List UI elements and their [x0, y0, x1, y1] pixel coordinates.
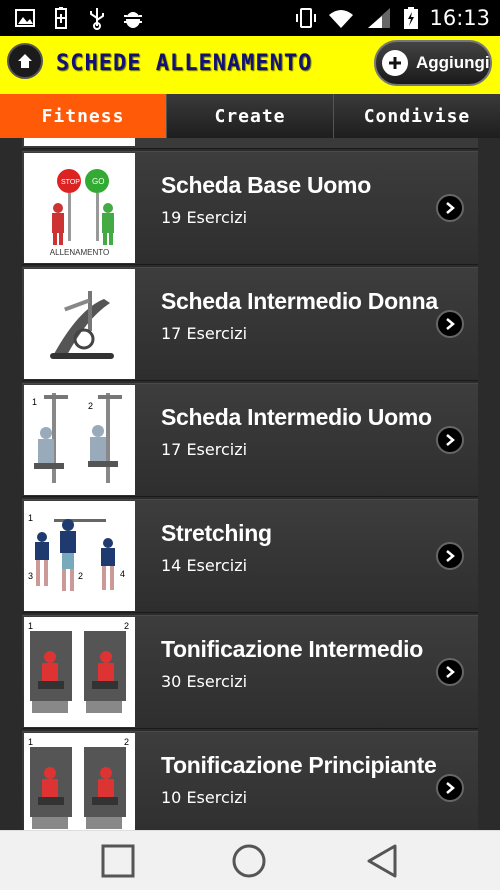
home-nav-button[interactable]: [229, 842, 269, 880]
svg-text:2: 2: [78, 571, 83, 581]
svg-text:GO: GO: [92, 177, 104, 186]
list-item[interactable]: 1 2 Scheda Intermedio Uomo 17 Esercizi: [22, 383, 478, 497]
chevron-right-icon[interactable]: [436, 194, 464, 222]
svg-text:2: 2: [124, 737, 129, 747]
status-bar: 16:13: [0, 0, 500, 36]
chevron-right-icon[interactable]: [436, 774, 464, 802]
battery-saver-icon: [55, 7, 67, 29]
svg-text:1: 1: [32, 397, 37, 407]
tab-bar: Fitness Create Condivise: [0, 94, 500, 138]
usb-icon: [90, 8, 104, 30]
workout-thumbnail: [24, 269, 135, 379]
back-button[interactable]: [362, 842, 402, 880]
exercise-count: 30 Esercizi: [161, 672, 248, 691]
chevron-right-icon[interactable]: [436, 542, 464, 570]
add-button[interactable]: Aggiungi: [374, 40, 492, 86]
page-title: SCHEDE ALLENAMENTO: [56, 51, 313, 76]
svg-text:1: 1: [28, 513, 33, 523]
add-button-label: Aggiungi: [416, 53, 490, 72]
workout-title: Stretching: [161, 520, 272, 546]
list-item[interactable]: 1 2 Tonificazione Principiante 10 Eserci…: [22, 731, 478, 830]
tab-create[interactable]: Create: [167, 94, 334, 138]
workout-title: Scheda Base Uomo: [161, 172, 371, 198]
wifi-icon: [329, 10, 354, 28]
list-item-partial: [22, 138, 478, 149]
clock: 16:13: [429, 6, 490, 30]
workout-thumbnail: 1 2: [24, 385, 135, 495]
chevron-right-icon[interactable]: [436, 658, 464, 686]
thumbnail-caption: ALLENAMENTO: [49, 248, 110, 257]
android-debug-icon: [124, 12, 142, 28]
signal-icon: [368, 8, 391, 28]
tab-condivise[interactable]: Condivise: [334, 94, 500, 138]
circle-icon: [232, 844, 266, 878]
square-icon: [101, 844, 135, 878]
workout-title: Tonificazione Intermedio: [161, 636, 424, 662]
workout-list[interactable]: STOP GO ALLENAMENTO Scheda Base Uomo 19 …: [22, 138, 478, 830]
chevron-right-icon[interactable]: [436, 426, 464, 454]
svg-text:2: 2: [88, 401, 93, 411]
plus-icon: [382, 50, 408, 76]
exercise-count: 17 Esercizi: [161, 324, 248, 343]
list-item[interactable]: 1 3 2 4 Stretching 14 Esercizi: [22, 499, 478, 613]
system-nav-bar: [0, 830, 500, 890]
svg-text:2: 2: [124, 621, 129, 631]
exercise-count: 17 Esercizi: [161, 440, 248, 459]
vibrate-icon: [296, 8, 317, 28]
tab-fitness[interactable]: Fitness: [0, 94, 167, 138]
svg-text:STOP: STOP: [61, 179, 80, 186]
workout-thumbnail: STOP GO ALLENAMENTO: [24, 153, 135, 263]
list-item[interactable]: STOP GO ALLENAMENTO Scheda Base Uomo 19 …: [22, 151, 478, 265]
home-icon: [18, 54, 32, 68]
recents-button[interactable]: [98, 842, 138, 880]
svg-text:3: 3: [28, 571, 33, 581]
svg-text:4: 4: [120, 569, 125, 579]
image-icon: [15, 9, 35, 27]
workout-thumbnail: 1 2: [24, 733, 135, 830]
back-triangle-icon: [367, 844, 397, 878]
battery-charging-icon: [404, 7, 419, 29]
svg-text:1: 1: [28, 621, 33, 631]
workout-title: Scheda Intermedio Uomo: [161, 404, 432, 430]
home-button[interactable]: [7, 43, 43, 79]
list-item[interactable]: 1 2 Tonificazione Intermedio 30 Esercizi: [22, 615, 478, 729]
app-header: SCHEDE ALLENAMENTO Aggiungi: [0, 36, 500, 95]
exercise-count: 10 Esercizi: [161, 788, 248, 807]
workout-thumbnail: 1 2: [24, 617, 135, 727]
chevron-right-icon[interactable]: [436, 310, 464, 338]
list-item[interactable]: Scheda Intermedio Donna 17 Esercizi: [22, 267, 478, 381]
svg-text:1: 1: [28, 737, 33, 747]
exercise-count: 19 Esercizi: [161, 208, 248, 227]
workout-title: Scheda Intermedio Donna: [161, 288, 438, 314]
workout-title: Tonificazione Principiante: [161, 752, 437, 778]
workout-thumbnail: 1 3 2 4: [24, 501, 135, 611]
exercise-count: 14 Esercizi: [161, 556, 248, 575]
